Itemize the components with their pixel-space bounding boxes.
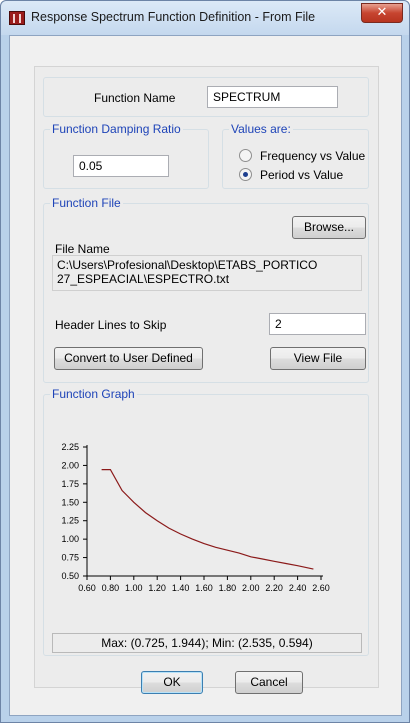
x-tick-label: 2.60 [312,583,330,593]
dialog-body: Function Name SPECTRUM Function Damping … [9,35,402,716]
content-panel: Function Name SPECTRUM Function Damping … [34,66,379,694]
x-tick-label: 1.80 [219,583,237,593]
y-tick-label: 0.50 [61,571,79,581]
view-file-button[interactable]: View File [270,347,366,370]
close-button[interactable]: ✕ [361,3,403,23]
radio-period-vs-value[interactable]: Period vs Value [239,168,343,182]
y-tick-label: 1.00 [61,534,79,544]
file-path-line-1: C:\Users\Profesional\Desktop\ETABS_PORTI… [57,258,318,272]
cancel-button[interactable]: Cancel [235,671,303,694]
damping-ratio-input[interactable]: 0.05 [73,155,169,177]
function-name-label: Function Name [94,91,176,105]
x-tick-label: 0.60 [78,583,96,593]
values-are-group-title: Values are: [229,122,293,136]
function-file-group: Function File Browse... File Name C:\Use… [43,196,369,383]
x-tick-label: 2.20 [265,583,283,593]
y-tick-label: 2.25 [61,442,79,452]
y-tick-label: 1.25 [61,516,79,526]
function-name-input[interactable]: SPECTRUM [207,86,338,108]
spectrum-chart: 0.60 0.80 1.00 1.20 1.40 1.60 1.80 2.00 2.20 2.40… [61,442,330,593]
header-lines-input[interactable]: 2 [269,313,366,335]
x-tick-label: 2.40 [289,583,307,593]
radio-frequency-vs-value[interactable]: Frequency vs Value [239,149,365,163]
x-tick-label: 1.40 [172,583,190,593]
x-tick-label: 1.60 [195,583,213,593]
function-graph-group-title: Function Graph [50,387,137,401]
convert-to-user-defined-button[interactable]: Convert to User Defined [54,347,203,370]
y-tick-label: 1.50 [61,497,79,507]
x-tick-label: 1.00 [125,583,143,593]
window-title: Response Spectrum Function Definition - … [31,10,316,24]
y-tick-label: 0.75 [61,553,79,563]
x-tick-label: 1.20 [148,583,166,593]
spectrum-series-line [101,468,314,570]
file-path-line-2: 27_ESPEACIAL\ESPECTRO.txt [57,272,230,286]
values-are-group: Values are: Frequency vs Value Period vs… [222,122,369,189]
radio-button[interactable] [239,149,252,162]
radio-label: Frequency vs Value [260,149,366,163]
file-path-display: C:\Users\Profesional\Desktop\ETABS_PORTI… [52,255,362,291]
max-min-readout: Max: (0.725, 1.944); Min: (2.535, 0.594) [52,633,362,653]
ok-button[interactable]: OK [141,671,203,694]
radio-label: Period vs Value [260,168,344,182]
y-tick-label: 2.00 [61,460,79,470]
radio-button-checked[interactable] [239,168,252,181]
damping-group: Function Damping Ratio 0.05 [43,122,209,189]
y-tick-label: 1.75 [61,479,79,489]
function-name-group: Function Name SPECTRUM [43,77,369,117]
browse-button[interactable]: Browse... [292,216,366,239]
dialog-window: Response Spectrum Function Definition - … [0,0,410,723]
file-name-label: File Name [55,242,110,256]
title-bar[interactable]: Response Spectrum Function Definition - … [1,1,409,35]
header-lines-label: Header Lines to Skip [55,318,167,332]
x-tick-label: 2.00 [242,583,260,593]
etabs-app-icon [9,11,25,25]
function-file-group-title: Function File [50,196,123,210]
x-tick-label: 0.80 [102,583,120,593]
function-graph-group: Function Graph 0.60 0.80 1.00 1.20 1.40 1.60 1… [43,387,369,656]
damping-group-title: Function Damping Ratio [50,122,183,136]
